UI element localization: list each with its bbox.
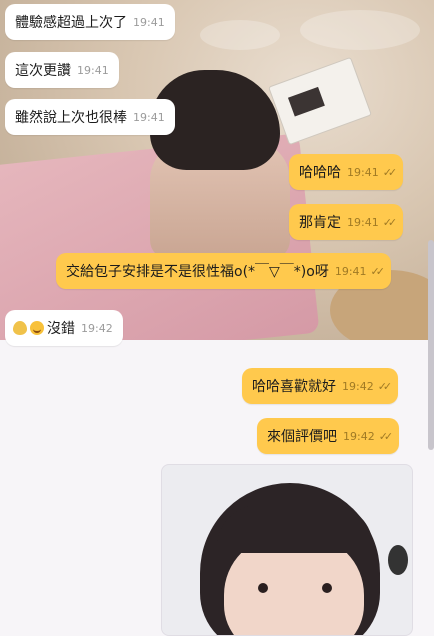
message-text: 哈哈哈	[299, 165, 341, 181]
message-text: 那肯定	[299, 215, 341, 231]
message-text: 這次更讚	[15, 63, 71, 79]
message-text: 沒錯	[47, 321, 75, 337]
double-check-icon: ✓✓	[382, 215, 398, 229]
pear-emoji-icon	[13, 321, 27, 335]
message-incoming[interactable]: 這次更讚 19:41	[5, 52, 119, 88]
message-incoming[interactable]: 沒錯 19:42	[5, 310, 123, 346]
photo-message[interactable]	[161, 464, 413, 636]
message-text: 交給包子安排是不是很性福o(*￣▽￣*)o呀	[66, 264, 329, 280]
message-outgoing[interactable]: 那肯定 19:41 ✓✓	[289, 204, 404, 240]
double-check-icon: ✓✓	[377, 379, 393, 393]
message-incoming[interactable]: 體驗感超過上次了 19:41	[5, 4, 175, 40]
message-text: 來個評價吧	[267, 429, 337, 445]
message-incoming[interactable]: 雖然說上次也很棒 19:41	[5, 99, 175, 135]
message-time: 19:41	[334, 264, 367, 278]
message-outgoing[interactable]: 哈哈哈 19:41 ✓✓	[289, 154, 404, 190]
message-time: 19:41	[133, 110, 165, 124]
message-time: 19:42	[343, 429, 375, 443]
message-time: 19:42	[81, 321, 113, 335]
wallpaper-book	[268, 56, 372, 146]
photo-kid-bangs	[217, 505, 373, 553]
photo-kid-eye	[322, 583, 332, 593]
message-time: 19:42	[342, 379, 374, 393]
double-check-icon: ✓✓	[382, 165, 398, 179]
photo-kid-eye	[258, 583, 268, 593]
message-time: 19:41	[347, 165, 379, 179]
photo-toy	[388, 545, 408, 575]
message-time: 19:41	[77, 63, 109, 77]
message-text: 哈哈喜歡就好	[252, 379, 336, 395]
double-check-icon: ✓✓	[378, 429, 394, 443]
message-text: 體驗感超過上次了	[15, 15, 127, 31]
message-outgoing[interactable]: 哈哈喜歡就好 19:42 ✓✓	[242, 368, 399, 404]
message-text: 雖然說上次也很棒	[15, 110, 127, 126]
message-outgoing[interactable]: 交給包子安排是不是很性福o(*￣▽￣*)o呀 19:41 ✓✓	[56, 253, 391, 289]
message-outgoing[interactable]: 來個評價吧 19:42 ✓✓	[257, 418, 400, 454]
smile-emoji-icon	[30, 321, 44, 335]
message-time: 19:41	[347, 215, 379, 229]
scrollbar[interactable]	[428, 240, 434, 450]
message-time: 19:41	[133, 15, 165, 29]
double-check-icon: ✓✓	[370, 264, 386, 278]
